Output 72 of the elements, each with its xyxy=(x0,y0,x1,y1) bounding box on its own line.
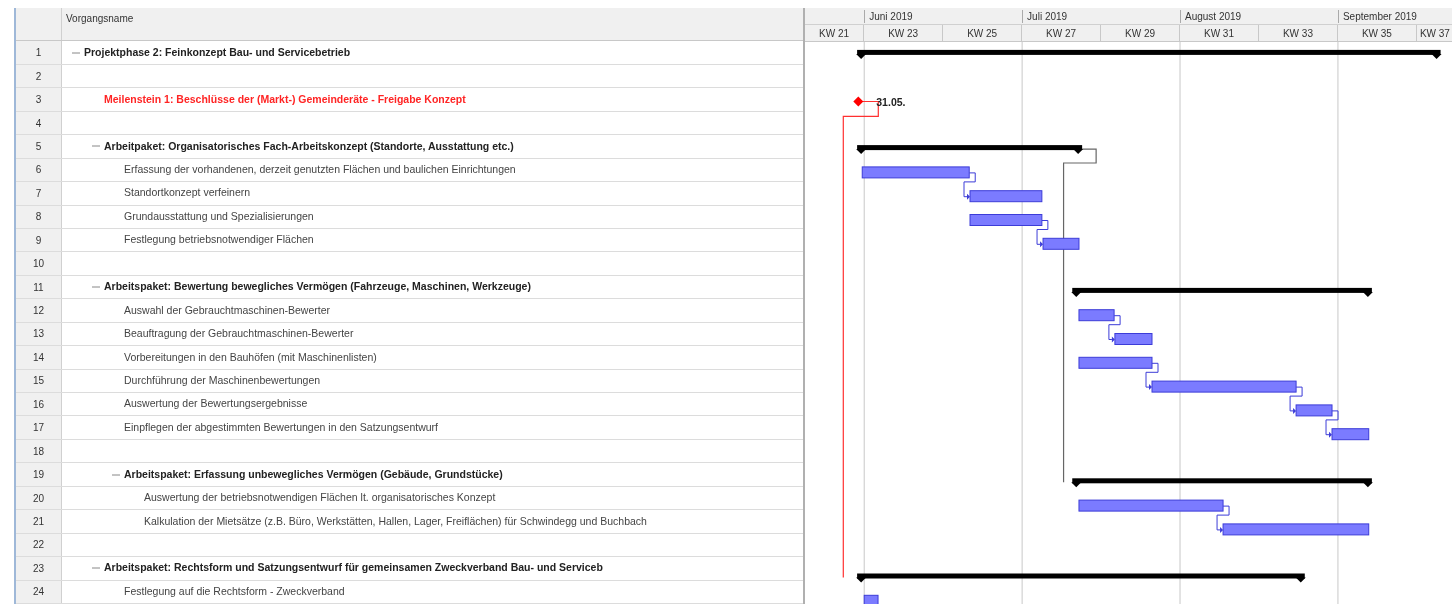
task-bar xyxy=(863,594,879,604)
task-name: Meilenstein 1: Beschlüsse der (Markt-) Gemeinderäte - Freigabe Konzept xyxy=(104,91,466,107)
task-name: Einpflegen der abgestimmten Bewertungen in den Satzungsentwurf xyxy=(124,419,439,435)
row-number: 5 xyxy=(35,139,42,154)
link-arrow xyxy=(1325,409,1339,438)
week-label: KW 27 xyxy=(1022,25,1102,41)
row-number: 13 xyxy=(32,327,45,342)
row-number: 22 xyxy=(32,538,45,553)
row-number: 14 xyxy=(32,350,45,365)
week-label: KW 31 xyxy=(1180,25,1259,41)
column-header[interactable]: Vorgangsname xyxy=(62,8,138,41)
row-number: 6 xyxy=(35,163,42,178)
task-name: Arbeitspaket: Erfassung unbewegliches Vermögen (Gebäude, Grundstücke) xyxy=(124,466,503,482)
week-label: KW 25 xyxy=(943,25,1023,41)
task-name: Auswertung der betriebsnotwendigen Flächen lt. organisatorisches Konzept xyxy=(144,490,496,506)
task-name: Arbeitspaket: Bewertung bewegliches Vermögen (Fahrzeuge, Maschinen, Werkzeuge) xyxy=(104,279,531,295)
week-label: KW 33 xyxy=(1258,25,1338,41)
task-name: Standortkonzept verfeinern xyxy=(124,185,251,201)
row-number: 20 xyxy=(32,491,45,506)
row-number: 1 xyxy=(35,46,42,61)
task-name: Projektphase 2: Feinkonzept Bau- und Servicebetrieb xyxy=(84,44,351,60)
task-name: Festlegung betriebsnotwendiger Flächen xyxy=(124,232,314,248)
task-bar xyxy=(1114,332,1153,345)
month-label: Juni 2019 xyxy=(864,10,913,23)
milestone-date: 31.05. xyxy=(876,95,906,107)
row-number: 21 xyxy=(32,514,45,529)
link-arrow xyxy=(1036,219,1049,247)
task-name: Grundausstattung und Spezialisierungen xyxy=(124,208,314,224)
task-name: Vorbereitungen in den Bauhöfen (mit Maschinenlisten) xyxy=(124,349,377,365)
milestone-diamond xyxy=(853,96,864,106)
row-number: 16 xyxy=(32,397,45,412)
task-bar xyxy=(1295,403,1333,416)
row-number: 8 xyxy=(35,210,42,225)
month-label: September 2019 xyxy=(1337,10,1417,23)
row-number: 4 xyxy=(35,116,42,131)
link-arrow xyxy=(1145,362,1159,390)
row-number: 10 xyxy=(32,257,45,272)
row-number: 12 xyxy=(32,304,45,318)
link-arrow xyxy=(1216,505,1230,533)
task-name: Durchführung der Maschinenbewertungen xyxy=(124,372,321,388)
task-bar xyxy=(1042,237,1080,250)
week-label: KW 35 xyxy=(1337,25,1417,41)
task-bar xyxy=(1078,308,1115,321)
task-name: Festlegung auf die Rechtsform - Zweckverband xyxy=(124,583,345,599)
week-label: KW 29 xyxy=(1101,25,1180,41)
month-label: Juli 2019 xyxy=(1022,10,1068,23)
month-label: August 2019 xyxy=(1180,10,1242,23)
row-number: 18 xyxy=(32,444,45,459)
row-number: 23 xyxy=(32,561,45,576)
row-number: 11 xyxy=(33,280,44,295)
row-number: 17 xyxy=(32,421,45,436)
row-number: 3 xyxy=(35,93,42,108)
row-number: 7 xyxy=(35,186,42,201)
link-arrow xyxy=(963,171,976,200)
week-label: KW 37 xyxy=(1416,25,1452,41)
row-number: 15 xyxy=(32,374,45,389)
task-name: Erfassung der vorhandenen, derzeit genutzten Flächen und baulichen Einrichtungen xyxy=(124,162,516,177)
row-number: 19 xyxy=(32,468,45,483)
link-arrow xyxy=(1108,314,1121,342)
task-name: Arbeitspaket: Rechtsform und Satzungsentwurf für gemeinsamen Zweckverband Bau- und Serviceb xyxy=(104,560,603,576)
task-bar xyxy=(1331,427,1370,440)
task-name: Auswahl der Gebrauchtmaschinen-Bewerter xyxy=(124,302,331,318)
row-number: 24 xyxy=(32,585,45,600)
week-label: KW 23 xyxy=(864,25,944,41)
week-label: KW 21 xyxy=(805,25,865,41)
row-number: 9 xyxy=(35,233,42,248)
task-name: Arbeitpaket: Organisatorisches Fach-Arbeitskonzept (Standorte, Ausstattung etc.) xyxy=(104,138,514,154)
task-name: Beauftragung der Gebrauchtmaschinen-Bewerter xyxy=(124,326,354,342)
link-arrow xyxy=(1289,386,1303,414)
task-name: Auswertung der Bewertungsergebnisse xyxy=(124,396,308,412)
task-name: Kalkulation der Mietsätze (z.B. Büro, Werkstätten, Hallen, Lager, Freiflächen) für Schwindegg und Buchbach xyxy=(144,513,647,529)
row-number: 2 xyxy=(35,69,42,84)
